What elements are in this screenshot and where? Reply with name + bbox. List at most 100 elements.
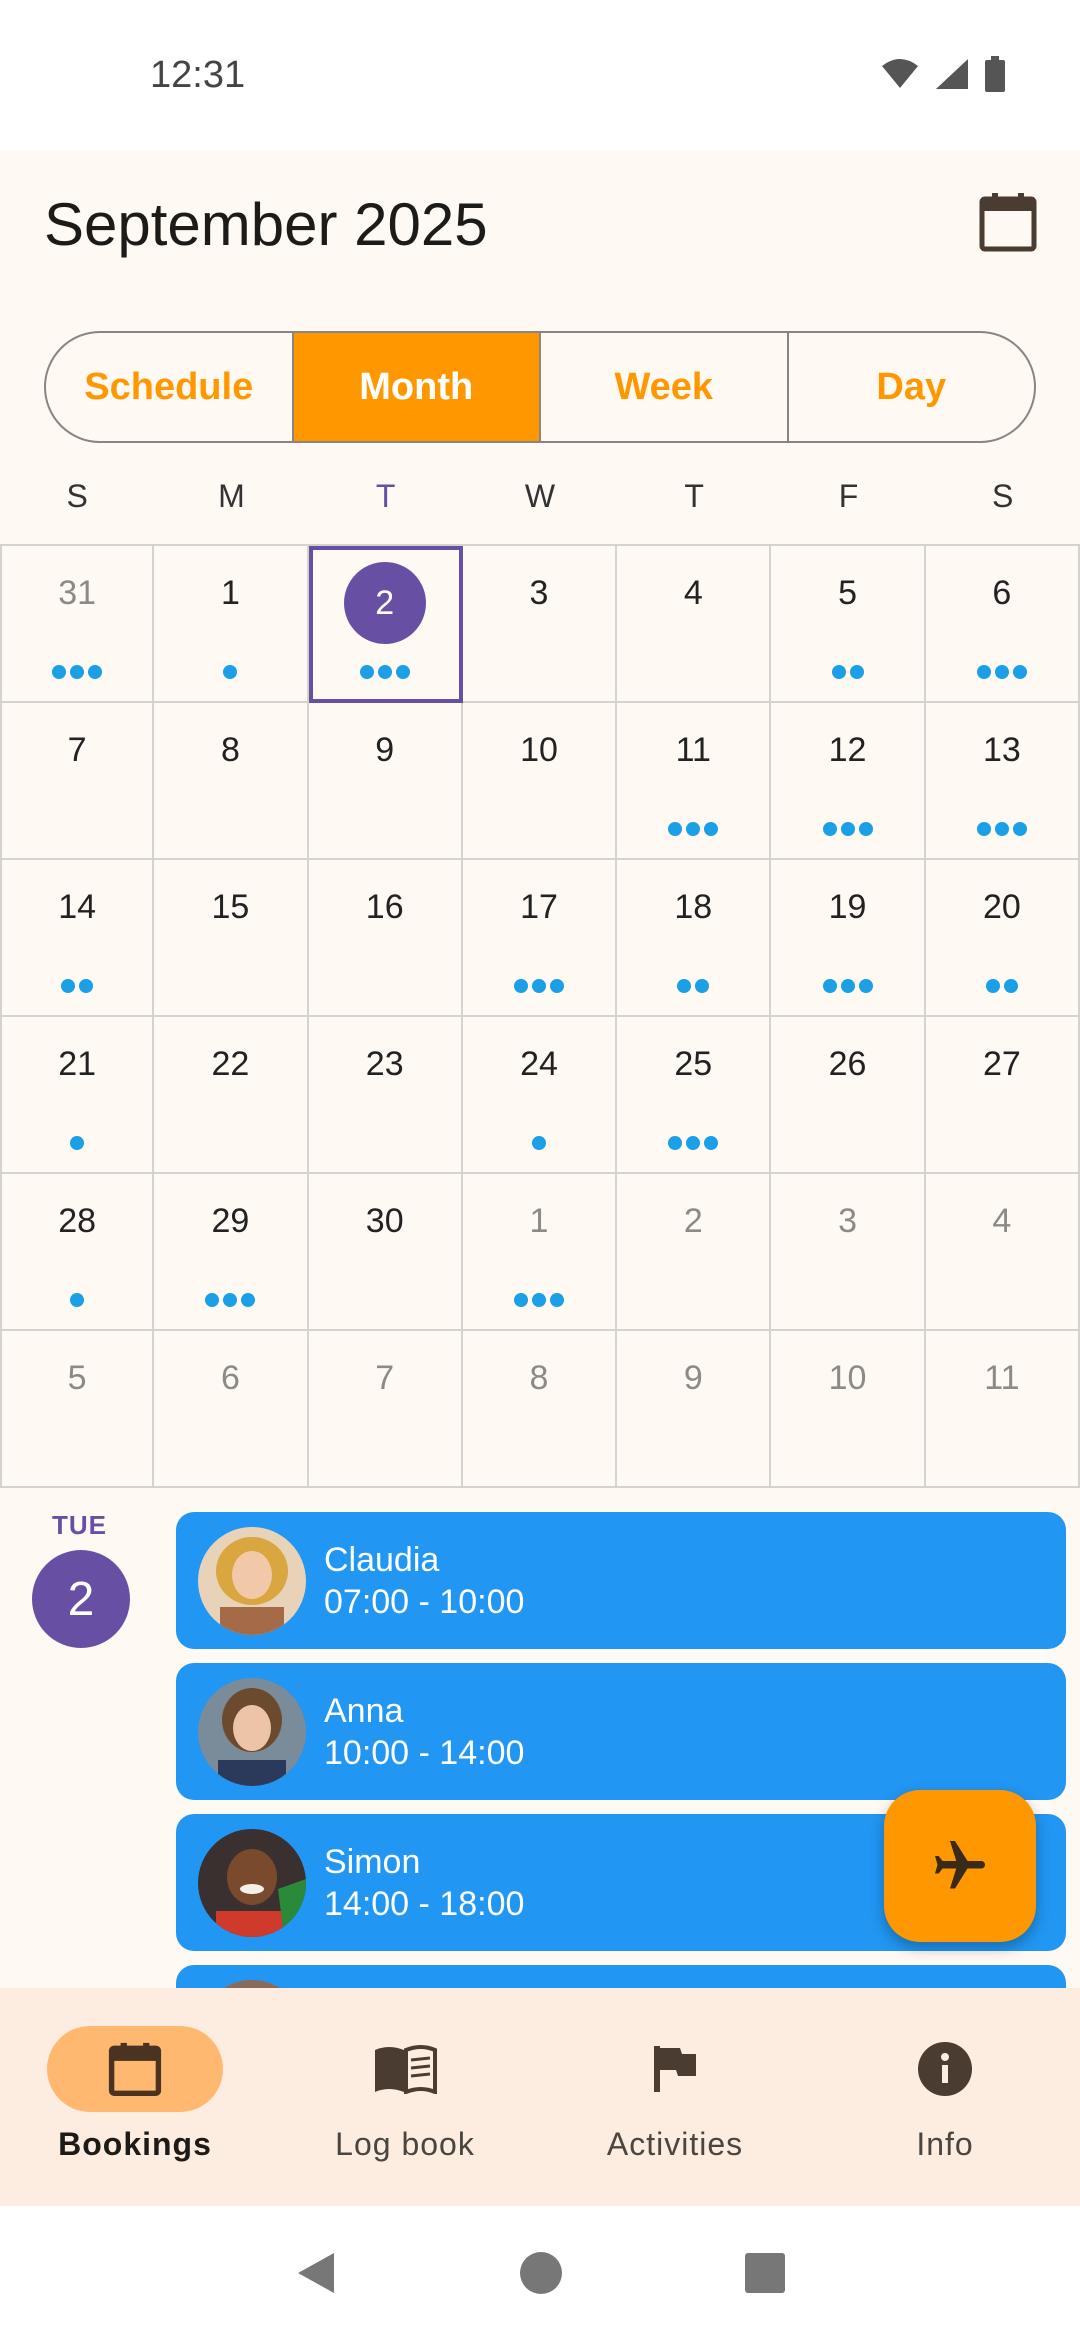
- event-dot: [1003, 979, 1018, 993]
- calendar-day[interactable]: 18: [617, 860, 772, 1017]
- add-flight-fab[interactable]: [884, 1790, 1036, 1942]
- event-dot: [822, 979, 837, 993]
- calendar-day[interactable]: 14: [0, 860, 155, 1017]
- nav-label: Log book: [335, 2126, 475, 2162]
- nav-item-activities[interactable]: Activities: [540, 1988, 810, 2206]
- calendar-day[interactable]: 30: [308, 1174, 463, 1331]
- calendar-day[interactable]: 9: [308, 703, 463, 860]
- day-number: 21: [58, 1045, 97, 1083]
- calendar-day[interactable]: 28: [0, 1174, 155, 1331]
- weekday-label: S: [66, 478, 88, 514]
- system-navigation-bar: [0, 2206, 1080, 2340]
- event-dot: [377, 665, 392, 679]
- airplane-icon: [935, 1841, 985, 1889]
- recents-icon[interactable]: [744, 2252, 786, 2294]
- tab-week[interactable]: Week: [541, 333, 789, 441]
- calendar-day[interactable]: 11: [925, 1331, 1080, 1488]
- calendar-day[interactable]: 24: [462, 1017, 618, 1174]
- calendar-day[interactable]: 5: [771, 546, 926, 703]
- event-dot: [70, 665, 85, 679]
- tab-month[interactable]: Month: [293, 333, 541, 441]
- event-dot: [840, 822, 855, 836]
- calendar-day[interactable]: 2: [617, 1174, 772, 1331]
- calendar-picker-button[interactable]: [972, 186, 1044, 258]
- day-number: 4: [683, 574, 703, 612]
- nav-active-indicator: [47, 2026, 223, 2112]
- nav-item-bookings[interactable]: Bookings: [0, 1988, 270, 2206]
- day-number: 26: [828, 1045, 867, 1083]
- calendar-day[interactable]: 19: [771, 860, 926, 1017]
- calendar-day[interactable]: 3: [462, 546, 618, 703]
- calendar-icon: [108, 2042, 162, 2096]
- calendar-day[interactable]: 1: [154, 546, 309, 703]
- calendar-day[interactable]: 8: [154, 703, 309, 860]
- event-dot: [241, 1293, 256, 1307]
- event-indicator: [2, 979, 152, 993]
- calendar-day[interactable]: 6: [154, 1331, 309, 1488]
- calendar-day[interactable]: 20: [925, 860, 1080, 1017]
- calendar-day[interactable]: 17: [462, 860, 618, 1017]
- nav-item-info[interactable]: Info: [810, 1988, 1080, 2206]
- calendar-day[interactable]: 31: [0, 546, 155, 703]
- calendar-day[interactable]: 15: [154, 860, 309, 1017]
- calendar-day[interactable]: 5: [0, 1331, 155, 1488]
- calendar-day[interactable]: 6: [925, 546, 1080, 703]
- calendar-day[interactable]: 4: [617, 546, 772, 703]
- calendar-day[interactable]: 26: [771, 1017, 926, 1174]
- calendar-day[interactable]: 9: [617, 1331, 772, 1488]
- booking-card[interactable]: [176, 1965, 1066, 1988]
- tab-schedule[interactable]: Schedule: [46, 333, 294, 441]
- calendar-day[interactable]: 12: [771, 703, 926, 860]
- calendar-day[interactable]: 4: [925, 1174, 1080, 1331]
- booking-name: Simon: [324, 1842, 421, 1881]
- event-dot: [79, 979, 94, 993]
- calendar-day[interactable]: 7: [0, 703, 155, 860]
- calendar-day[interactable]: 25: [617, 1017, 772, 1174]
- calendar-day[interactable]: 10: [462, 703, 618, 860]
- info-icon: [918, 2042, 972, 2096]
- nav-label: Bookings: [58, 2126, 212, 2162]
- calendar-day[interactable]: 27: [925, 1017, 1080, 1174]
- event-indicator: [926, 665, 1078, 679]
- calendar-day[interactable]: 8: [462, 1331, 618, 1488]
- event-dot: [840, 979, 855, 993]
- calendar-day[interactable]: 3: [771, 1174, 926, 1331]
- back-icon[interactable]: [294, 2249, 338, 2297]
- event-dot: [704, 822, 719, 836]
- calendar-day[interactable]: 10: [771, 1331, 926, 1488]
- day-number: 13: [982, 731, 1021, 769]
- weekday-label: S: [992, 478, 1014, 514]
- calendar-day[interactable]: 23: [308, 1017, 463, 1174]
- event-indicator: [463, 1136, 615, 1150]
- booking-card[interactable]: Anna 10:00 - 14:00: [176, 1663, 1066, 1800]
- calendar-day[interactable]: 7: [308, 1331, 463, 1488]
- agenda-day-number: 2: [32, 1550, 130, 1648]
- day-number: 19: [828, 888, 867, 926]
- calendar-day-today[interactable]: 2: [308, 546, 463, 703]
- event-dot: [822, 822, 837, 836]
- calendar-day[interactable]: 22: [154, 1017, 309, 1174]
- event-dot: [531, 1293, 546, 1307]
- calendar-day[interactable]: 29: [154, 1174, 309, 1331]
- calendar-day[interactable]: 11: [617, 703, 772, 860]
- event-dot: [513, 979, 528, 993]
- month-grid: 31 1 2 3 4 5 6 7 8 9 10 11 12 13 14 15 16 17 18 19 20 21 22 23 2…: [0, 544, 1080, 1488]
- home-icon[interactable]: [518, 2250, 564, 2296]
- event-dot: [686, 1136, 701, 1150]
- tab-day[interactable]: Day: [789, 333, 1035, 441]
- calendar-day[interactable]: 21: [0, 1017, 155, 1174]
- event-indicator: [463, 1293, 615, 1307]
- day-number: 1: [220, 574, 240, 612]
- booking-card[interactable]: Claudia 07:00 - 10:00: [176, 1512, 1066, 1649]
- app-content: September 2025 Schedule Month Week Day S…: [0, 150, 1080, 1988]
- calendar-day[interactable]: 1: [462, 1174, 618, 1331]
- day-number: 6: [220, 1359, 240, 1397]
- status-bar: 12:31: [0, 0, 1080, 150]
- calendar-day[interactable]: 16: [308, 860, 463, 1017]
- event-indicator: [154, 1293, 306, 1307]
- event-dot: [985, 979, 1000, 993]
- calendar-day[interactable]: 13: [925, 703, 1080, 860]
- nav-item-log-book[interactable]: Log book: [270, 1988, 540, 2206]
- nav-label: Activities: [606, 2126, 744, 2162]
- avatar: [198, 1828, 306, 1937]
